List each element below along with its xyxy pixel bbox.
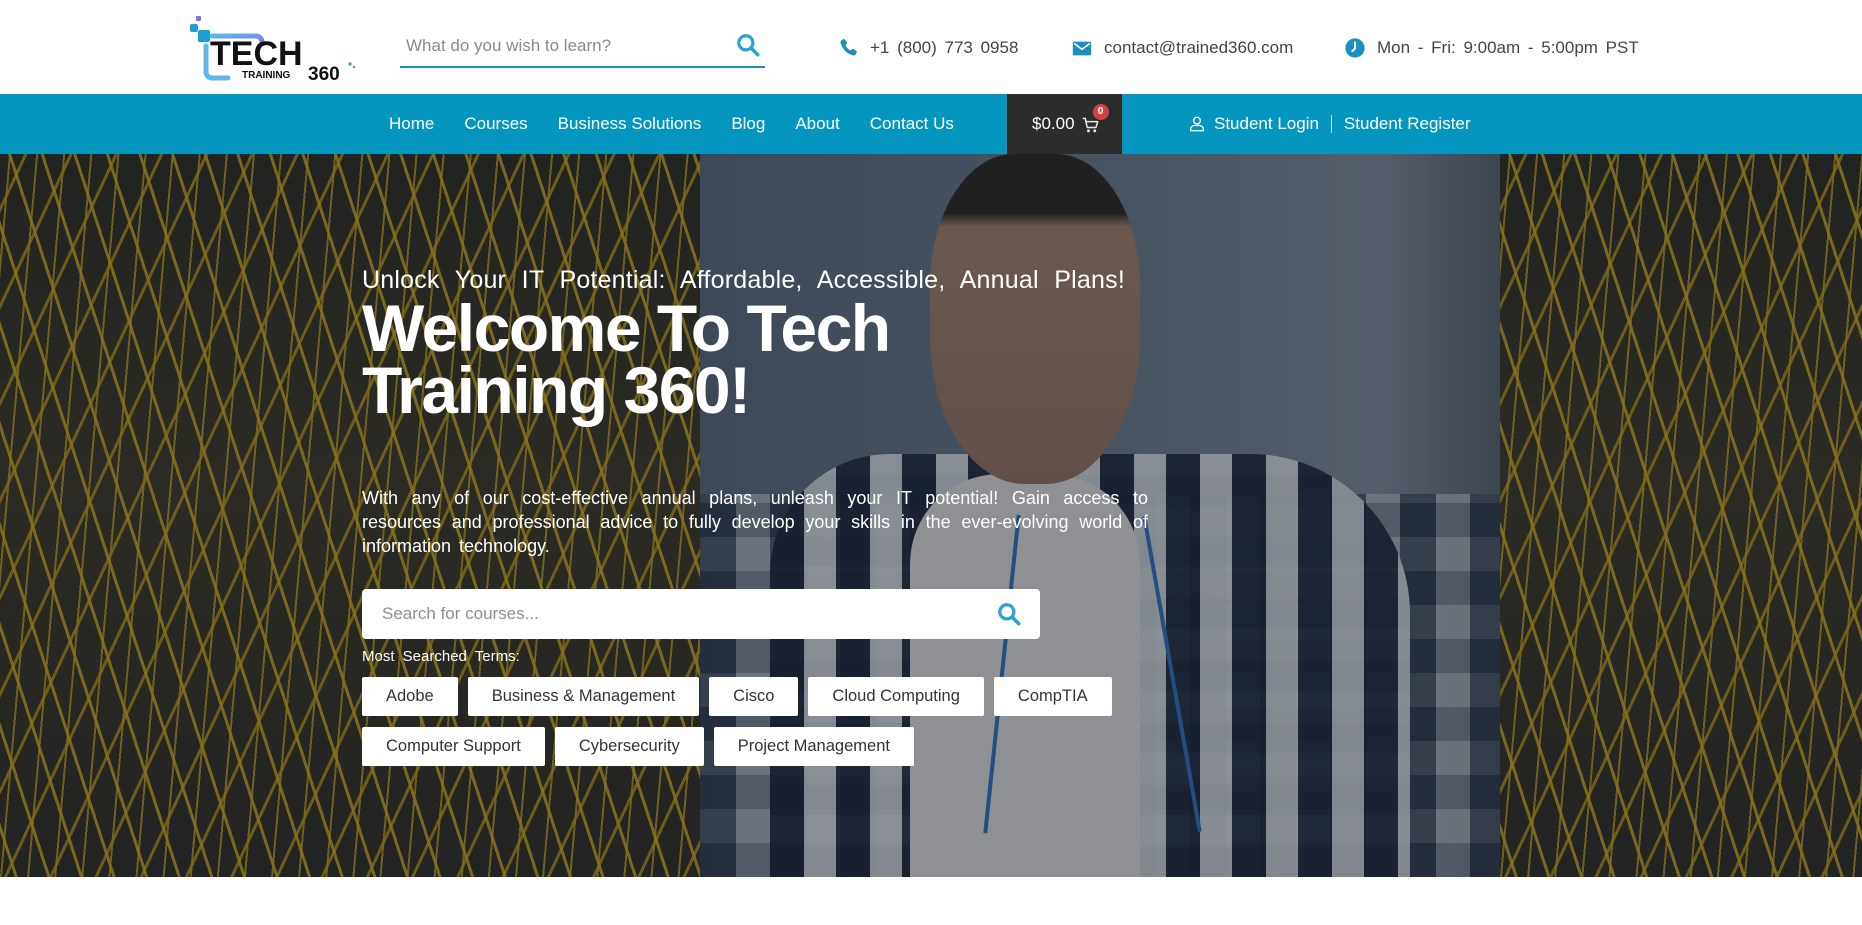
site-logo[interactable]: TECH TRAINING 360 xyxy=(188,12,360,85)
search-icon xyxy=(998,603,1021,626)
header-search xyxy=(400,28,765,68)
envelope-icon xyxy=(1070,36,1094,60)
nav-courses[interactable]: Courses xyxy=(464,114,527,134)
most-searched-label: Most Searched Terms: xyxy=(362,648,520,665)
svg-text:TECH: TECH xyxy=(210,35,303,73)
nav-blog[interactable]: Blog xyxy=(731,114,765,134)
phone-text: +1 (800) 773 0958 xyxy=(870,38,1019,57)
term-cloud-computing[interactable]: Cloud Computing xyxy=(808,677,984,716)
course-search-input[interactable] xyxy=(382,602,962,626)
term-computer-support[interactable]: Computer Support xyxy=(362,727,545,766)
term-comptia[interactable]: CompTIA xyxy=(993,677,1112,716)
nav-links: Home Courses Business Solutions Blog Abo… xyxy=(389,94,984,154)
contact-phone[interactable]: +1 (800) 773 0958 xyxy=(836,36,1018,60)
logo-graphic: TECH TRAINING 360 xyxy=(190,16,356,85)
term-adobe[interactable]: Adobe xyxy=(362,677,458,716)
cart-count-badge: 0 xyxy=(1092,104,1109,120)
header-search-input[interactable] xyxy=(406,34,706,58)
nav-business-solutions[interactable]: Business Solutions xyxy=(558,114,702,134)
student-login-link[interactable]: Student Login xyxy=(1214,114,1319,134)
clock-icon xyxy=(1343,36,1367,60)
cart-icon: 0 xyxy=(1081,104,1109,135)
course-search xyxy=(362,589,1040,639)
top-header: TECH TRAINING 360 +1 (800) 773 0958 cont… xyxy=(0,0,1862,94)
svg-text:TRAINING: TRAINING xyxy=(242,70,291,81)
nav-contact-us[interactable]: Contact Us xyxy=(870,114,954,134)
phone-icon xyxy=(836,36,860,60)
hero-title-line2: Training 360! xyxy=(362,353,751,427)
hero-description: With any of our cost-effective annual pl… xyxy=(362,488,1148,556)
term-cybersecurity[interactable]: Cybersecurity xyxy=(554,727,704,766)
cart-button[interactable]: $0.00 0 xyxy=(1007,94,1122,154)
search-icon xyxy=(737,34,760,57)
user-icon xyxy=(1188,115,1206,133)
term-cisco[interactable]: Cisco xyxy=(709,677,799,716)
contact-hours: Mon - Fri: 9:00am - 5:00pm PST xyxy=(1343,36,1639,60)
term-project-management[interactable]: Project Management xyxy=(713,727,914,766)
main-navbar: Home Courses Business Solutions Blog Abo… xyxy=(0,94,1862,154)
student-register-link[interactable]: Student Register xyxy=(1344,114,1471,134)
nav-about[interactable]: About xyxy=(795,114,839,134)
contact-email[interactable]: contact@trained360.com xyxy=(1070,36,1293,60)
divider xyxy=(1330,115,1332,133)
hero-section: Unlock Your IT Potential: Affordable, Ac… xyxy=(0,154,1862,877)
most-searched-terms: Adobe Business & Management Cisco Cloud … xyxy=(362,677,1152,766)
email-text: contact@trained360.com xyxy=(1104,38,1294,57)
hero-title: Welcome To Tech Training 360! xyxy=(362,295,962,423)
hours-text: Mon - Fri: 9:00am - 5:00pm PST xyxy=(1377,38,1639,57)
term-business-management[interactable]: Business & Management xyxy=(467,677,700,716)
course-search-button[interactable] xyxy=(996,601,1022,627)
nav-home[interactable]: Home xyxy=(389,114,434,134)
hero-content: Unlock Your IT Potential: Affordable, Ac… xyxy=(362,154,1162,877)
account-links: Student Login Student Register xyxy=(1188,94,1471,154)
header-search-button[interactable] xyxy=(735,32,761,58)
svg-text:360: 360 xyxy=(308,64,340,84)
cart-total: $0.00 xyxy=(1032,114,1075,133)
